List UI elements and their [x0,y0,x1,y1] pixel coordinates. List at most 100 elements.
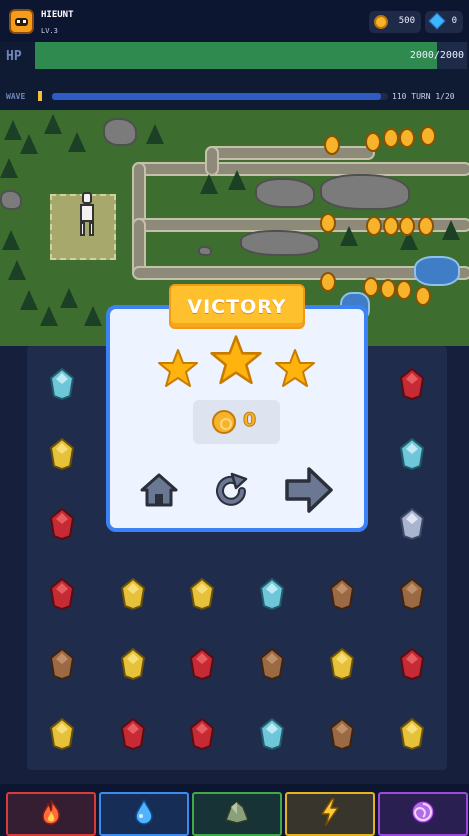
ghost-leg [89,222,94,236]
map-coin-icon [399,128,415,148]
topaz-gem-icon[interactable] [120,578,146,610]
next-button[interactable] [283,465,335,515]
map-coin-icon [383,216,399,236]
map-coin-icon [365,132,381,152]
ice-gem-icon[interactable] [399,438,425,470]
ghost-body [80,204,94,222]
skill-button-water[interactable] [99,792,189,836]
wave-turn-text: 110 TURN 1/20 [392,92,455,101]
topaz-gem-icon[interactable] [49,718,75,750]
skill-bar [0,784,469,836]
player-name: HIEUNT [41,10,74,20]
skill-button-lightning[interactable] [285,792,375,836]
earth-gem-icon[interactable] [329,578,355,610]
map-coin-icon [420,126,436,146]
ghost-unit [76,192,98,238]
rock [320,174,410,210]
star-icon [210,335,262,385]
ruby-gem-icon[interactable] [399,368,425,400]
gem-counter[interactable]: 0 [425,11,463,33]
ghost-head [82,192,92,204]
tree [84,306,102,326]
map-coin-icon [320,213,336,233]
tree [60,288,78,308]
avatar-face [15,18,28,26]
tree [68,132,86,152]
hp-bar-row: HP 2000/2000 [0,42,469,72]
wave-bar-row: WAVE 110 TURN 1/20 [0,72,469,110]
retry-button[interactable] [210,470,252,512]
map-coin-icon [415,286,431,306]
topaz-gem-icon[interactable] [120,648,146,680]
water-drop-icon [134,798,154,829]
ruby-gem-icon[interactable] [120,718,146,750]
map-path [205,146,219,176]
tree [8,260,26,280]
tree [44,114,62,134]
map-coin-icon [324,135,340,155]
reward-amount: 0 [242,409,257,432]
flame-icon [39,799,63,829]
map-coin-icon [380,279,396,299]
next-arrow-icon [285,467,333,513]
map-coin-icon [383,128,399,148]
star-icon [275,349,315,387]
pond [414,256,460,286]
topaz-gem-icon[interactable] [49,438,75,470]
ice-gem-icon[interactable] [49,368,75,400]
ruby-gem-icon[interactable] [189,718,215,750]
skill-button-arcane[interactable] [378,792,468,836]
tree [2,230,20,250]
avatar-eye-right [23,20,26,23]
rock [198,246,212,256]
rock [240,230,320,256]
wave-marker-icon [38,91,42,101]
map-coin-icon [363,277,379,297]
map-coin-icon [399,216,415,236]
rock-icon [223,800,251,828]
silver-gem-icon[interactable] [399,508,425,540]
ice-gem-icon[interactable] [259,718,285,750]
coin-icon [374,15,388,29]
earth-gem-icon[interactable] [259,648,285,680]
coin-counter[interactable]: 500 [369,11,421,33]
star-icon [158,349,198,387]
hp-value: 2000/2000 [409,50,464,61]
top-bar: HIEUNT LV.3 500 0 [0,0,469,42]
retry-icon [216,472,248,506]
tree [200,174,218,194]
topaz-gem-icon[interactable] [189,578,215,610]
rock [103,118,137,146]
reward-box: 0 [193,400,280,444]
vortex-icon [410,799,436,829]
tree [146,124,164,144]
topaz-gem-icon[interactable] [329,648,355,680]
ice-gem-icon[interactable] [259,578,285,610]
wave-progress-fill [52,93,382,100]
tree [228,170,246,190]
home-button[interactable] [138,469,180,511]
gem-amount: 0 [451,16,457,26]
home-icon [140,473,178,507]
tree [20,134,38,154]
ruby-gem-icon[interactable] [399,648,425,680]
tree [20,290,38,310]
skill-button-earth[interactable] [192,792,282,836]
earth-gem-icon[interactable] [49,648,75,680]
avatar[interactable] [9,9,34,34]
topaz-gem-icon[interactable] [399,718,425,750]
ghost-leg [80,222,85,236]
lightning-icon [319,798,341,830]
wave-label: WAVE [6,92,26,101]
ruby-gem-icon[interactable] [49,578,75,610]
skill-button-fire[interactable] [6,792,96,836]
tree [442,220,460,240]
earth-gem-icon[interactable] [399,578,425,610]
ruby-gem-icon[interactable] [49,508,75,540]
earth-gem-icon[interactable] [329,718,355,750]
rock [255,178,315,208]
avatar-eye-left [17,20,20,23]
ruby-gem-icon[interactable] [189,648,215,680]
map-coin-icon [396,280,412,300]
tree [340,226,358,246]
